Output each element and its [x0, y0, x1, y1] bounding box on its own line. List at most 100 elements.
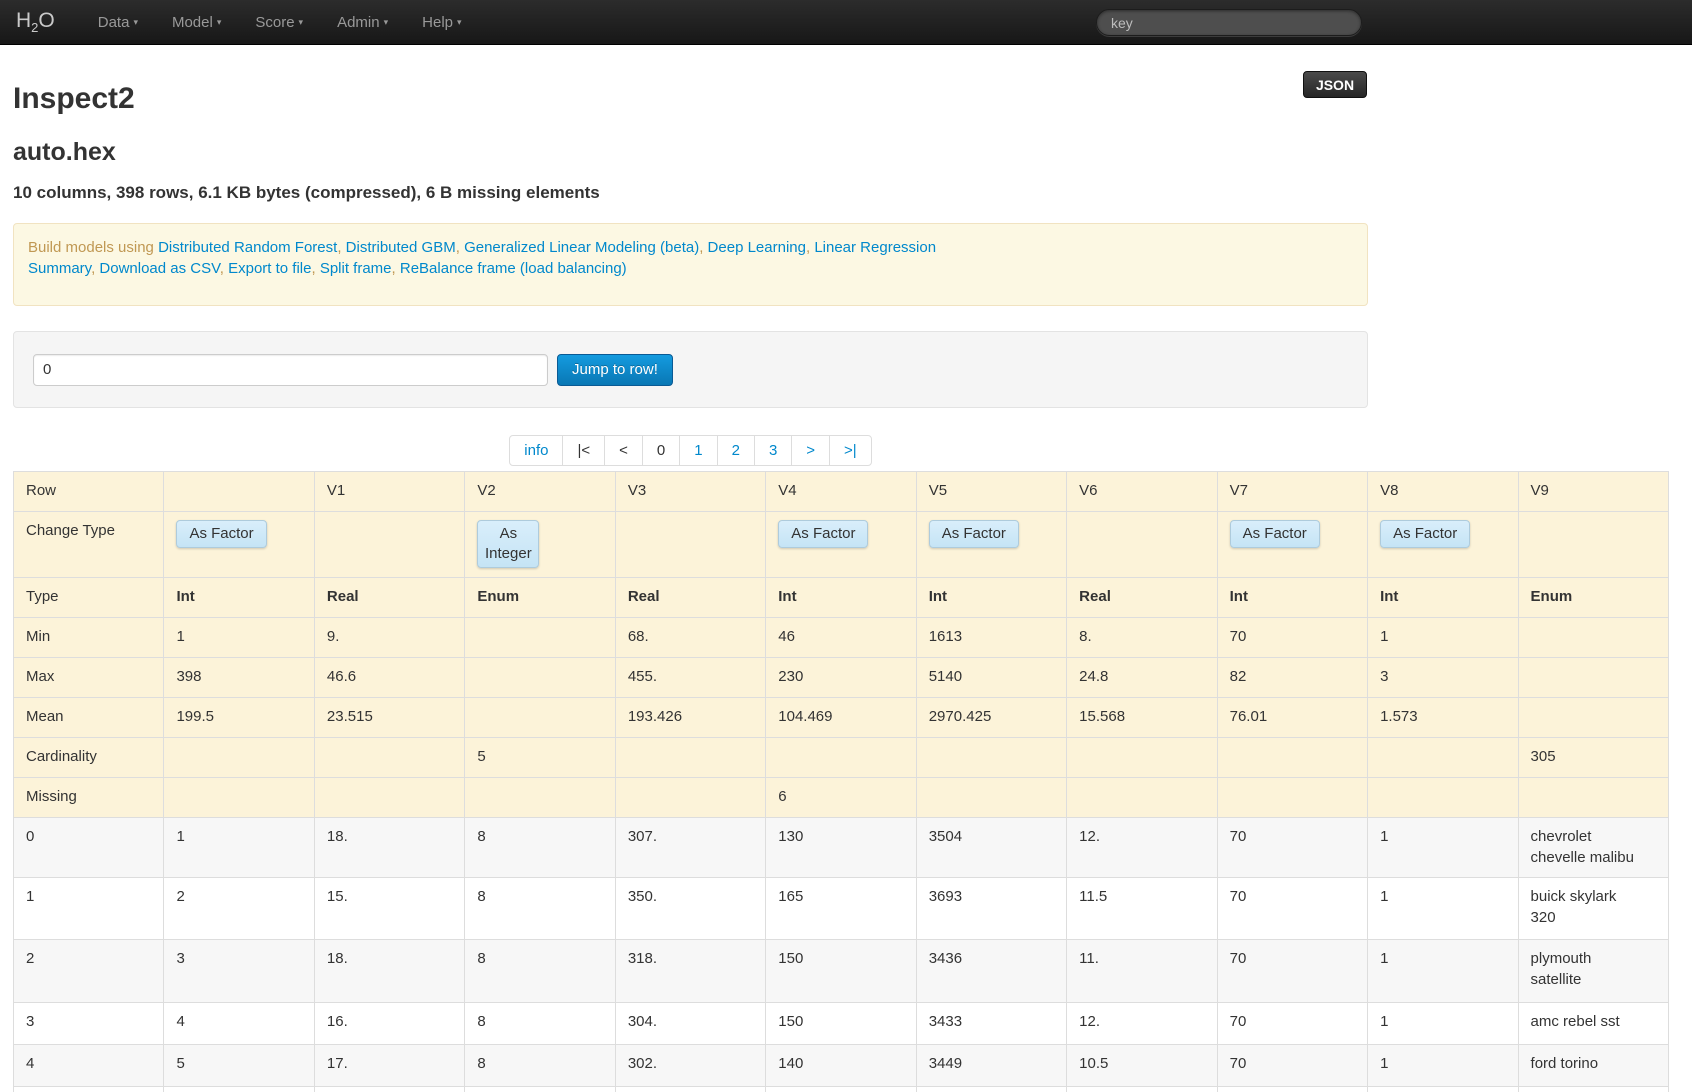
- as-integer-button[interactable]: As Integer: [477, 520, 540, 568]
- row-label: Min: [12, 617, 165, 658]
- stat-cell: Int: [915, 577, 1068, 618]
- stat-cell: [1517, 657, 1670, 698]
- data-cell: 1: [1367, 939, 1519, 1003]
- row-index-cell: 2: [12, 939, 165, 1003]
- alert-link-distributed-gbm[interactable]: Distributed GBM: [346, 239, 456, 256]
- data-cell: 3449: [915, 1044, 1068, 1087]
- nav-item-label: Help: [422, 13, 453, 31]
- stat-cell: Int: [1367, 577, 1519, 618]
- stat-cell: [1367, 777, 1519, 818]
- pager-page-0[interactable]: 0: [641, 436, 679, 465]
- change-type-cell: As Factor: [163, 511, 315, 578]
- jump-to-row-button[interactable]: Jump to row!: [557, 353, 673, 386]
- data-row-2: 2 3 18. 8 318. 150 3436 11. 70 1 plymouth satellit…: [12, 939, 1670, 1003]
- pager-last[interactable]: >|: [829, 436, 871, 465]
- stat-cell: [765, 737, 917, 778]
- app-logo[interactable]: H2O: [16, 9, 55, 35]
- row-label: Missing: [12, 777, 165, 818]
- alert-link-linear-regression[interactable]: Linear Regression: [814, 239, 936, 256]
- row-input[interactable]: [33, 353, 548, 386]
- stat-cell: [915, 737, 1068, 778]
- search-input[interactable]: [1096, 9, 1362, 36]
- alert-link-deep-learning[interactable]: Deep Learning: [708, 239, 806, 256]
- stat-cell: [1066, 777, 1218, 818]
- data-cell: 12.: [1066, 1002, 1218, 1045]
- data-cell: 70: [1216, 1002, 1369, 1045]
- caret-down-icon: ▾: [457, 16, 462, 27]
- data-cell: buick skylark 320: [1517, 877, 1670, 940]
- data-cell: 1: [1367, 877, 1519, 940]
- data-cell: 318.: [614, 939, 767, 1003]
- data-cell: [313, 1086, 466, 1092]
- alert-link-generalized-linear-modeling-beta-[interactable]: Generalized Linear Modeling (beta): [464, 239, 699, 256]
- data-cell: [765, 1086, 917, 1092]
- stat-cell: 68.: [614, 617, 767, 658]
- stat-row-cardinality: Cardinality 5 305: [12, 737, 1670, 778]
- stat-cell: [163, 737, 315, 778]
- data-cell: 70: [1216, 939, 1369, 1003]
- pagination: info |< <0 1 2 3 > >|: [509, 435, 872, 466]
- alert-link-split-frame[interactable]: Split frame: [320, 260, 392, 277]
- as-factor-button[interactable]: As Factor: [176, 520, 267, 548]
- nav-item-admin[interactable]: Admin ▾: [320, 14, 405, 31]
- table-header-row: Row V1 V2 V3 V4 V5 V6 V7 V8 V9: [12, 471, 1670, 512]
- stat-cell: 23.515: [313, 697, 466, 738]
- nav-item-help[interactable]: Help ▾: [405, 14, 478, 31]
- change-type-cell: [313, 511, 466, 578]
- pager-page-3[interactable]: 3: [753, 436, 791, 465]
- data-cell: 304.: [614, 1002, 767, 1045]
- stat-row-missing: Missing 6: [12, 777, 1670, 818]
- alert-link-export-to-file[interactable]: Export to file: [228, 260, 311, 277]
- stat-cell: [1517, 617, 1670, 658]
- data-cell: [163, 1086, 315, 1092]
- stat-cell: [1216, 777, 1369, 818]
- alert-link-rebalance-frame-load-balancing-[interactable]: ReBalance frame (load balancing): [400, 260, 627, 277]
- car-name-text: buick skylark 320: [1530, 888, 1617, 926]
- stat-cell: 82: [1216, 657, 1369, 698]
- stat-cell: 455.: [614, 657, 767, 698]
- corner-header: Row: [12, 471, 165, 512]
- alert-link-summary[interactable]: Summary: [28, 260, 91, 277]
- row-label: Change Type: [12, 511, 165, 578]
- car-name-text: chevrolet chevelle malibu: [1530, 828, 1634, 866]
- pager-prev: <: [604, 436, 642, 465]
- as-factor-button[interactable]: As Factor: [1380, 520, 1471, 548]
- data-cell: ford torino: [1517, 1044, 1670, 1087]
- column-header-V9: V9: [1517, 471, 1670, 512]
- as-factor-button[interactable]: As Factor: [928, 520, 1019, 548]
- data-cell: 70: [1216, 1044, 1369, 1087]
- stat-cell: 305: [1517, 737, 1670, 778]
- data-cell: 1: [1367, 1044, 1519, 1087]
- data-cell: 307.: [614, 817, 767, 878]
- nav-item-score[interactable]: Score ▾: [238, 14, 320, 31]
- stat-cell: 199.5: [163, 697, 315, 738]
- stat-cell: [313, 777, 466, 818]
- alert-link-distributed-random-forest[interactable]: Distributed Random Forest: [158, 239, 337, 256]
- data-cell: 8: [464, 877, 616, 940]
- stat-cell: [313, 737, 466, 778]
- data-cell: 3436: [915, 939, 1068, 1003]
- stat-cell: 70: [1216, 617, 1369, 658]
- stat-cell: 193.426: [614, 697, 767, 738]
- navbar: H2O Data ▾ Model ▾ Score ▾ Admin ▾ Help ▾: [0, 0, 1692, 45]
- data-cell: 165: [765, 877, 917, 940]
- nav-item-model[interactable]: Model ▾: [155, 14, 238, 31]
- json-button[interactable]: JSON: [1303, 71, 1367, 98]
- as-factor-button[interactable]: As Factor: [778, 520, 869, 548]
- car-name-text: ford torino: [1530, 1055, 1599, 1072]
- stat-cell: 104.469: [765, 697, 917, 738]
- data-cell: 140: [765, 1044, 917, 1087]
- change-type-row: Change Type As Factor As Integer As Factor A…: [12, 511, 1670, 578]
- stat-cell: Enum: [464, 577, 616, 618]
- pager-next[interactable]: >: [791, 436, 829, 465]
- stat-row-type: Type Int Real Enum Real Int Int Real Int Int Enum: [12, 577, 1670, 618]
- pager-page-1[interactable]: 1: [679, 436, 716, 465]
- pager-page-2[interactable]: 2: [716, 436, 754, 465]
- alert-link-download-as-csv[interactable]: Download as CSV: [99, 260, 219, 277]
- frame-summary: 10 columns, 398 rows, 6.1 KB bytes (comp…: [13, 183, 600, 202]
- row-index-cell: 4: [12, 1044, 165, 1087]
- stat-cell: 230: [765, 657, 917, 698]
- as-factor-button[interactable]: As Factor: [1229, 520, 1320, 548]
- pager-info[interactable]: info: [510, 436, 562, 465]
- nav-item-data[interactable]: Data ▾: [81, 14, 155, 31]
